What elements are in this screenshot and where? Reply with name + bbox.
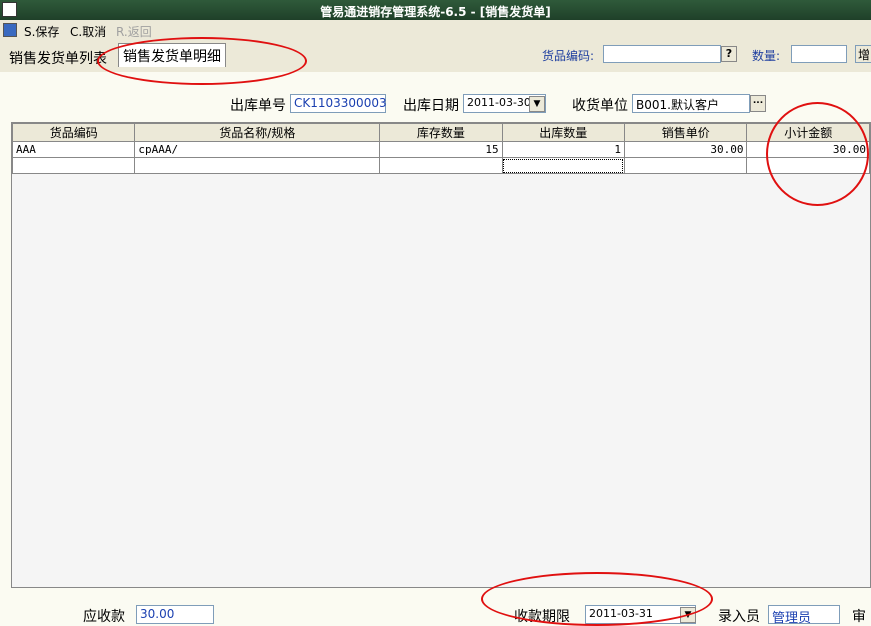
save-button[interactable]: S.保存 (24, 23, 59, 40)
col-header: 货品编码 (12, 123, 136, 142)
code-lookup-button[interactable]: ? (721, 46, 737, 62)
cancel-button[interactable]: C.取消 (70, 23, 106, 40)
tab-bar: 销售发货单列表 销售发货单明细 货品编码: ? 数量: 增 (0, 42, 871, 73)
customer-label: 收货单位 (572, 98, 628, 114)
cell-name[interactable] (134, 157, 381, 174)
col-header: 货品名称/规格 (134, 123, 381, 142)
receivable-field[interactable]: 30.00 (136, 605, 214, 624)
customer-field[interactable]: B001.默认客户 (632, 94, 750, 113)
due-date-value: 2011-03-31 (589, 607, 653, 620)
audit-label: 审 (852, 609, 866, 625)
order-no-label: 出库单号 (230, 98, 286, 114)
receivable-label: 应收款 (83, 609, 125, 625)
cell-price[interactable]: 30.00 (623, 141, 748, 158)
col-header: 销售单价 (623, 123, 748, 142)
back-button[interactable]: R.返回 (116, 23, 152, 40)
customer-lookup-button[interactable]: ... (750, 95, 766, 112)
title-bar: 管易通进销存管理系统-6.5 - [销售发货单] (0, 0, 871, 20)
date-value: 2011-03-30 (467, 96, 531, 109)
cell-stock[interactable] (379, 157, 503, 174)
toolbar: S.保存 C.取消 R.返回 (0, 20, 871, 43)
menu-icon[interactable] (3, 23, 17, 37)
col-header: 出库数量 (501, 123, 625, 142)
items-table: 货品编码 货品名称/规格 库存数量 出库数量 销售单价 小计金额 AAA cpA… (12, 123, 870, 174)
cell-subtotal[interactable] (746, 157, 870, 174)
cell-stock[interactable]: 15 (379, 141, 503, 158)
cell-price[interactable] (623, 157, 748, 174)
add-button[interactable]: 增 (855, 45, 871, 63)
table-row[interactable]: AAA cpAAA/ 15 1 30.00 30.00 (12, 141, 870, 158)
cell-code[interactable]: AAA (12, 141, 136, 158)
cell-out-qty[interactable]: 1 (501, 141, 625, 158)
cell-code[interactable] (12, 157, 136, 174)
tab-list[interactable]: 销售发货单列表 (5, 46, 111, 70)
window-title: 管易通进销存管理系统-6.5 - [销售发货单] (320, 5, 551, 19)
cell-out-qty[interactable] (501, 157, 625, 174)
items-grid: 货品编码 货品名称/规格 库存数量 出库数量 销售单价 小计金额 AAA cpA… (11, 122, 871, 588)
due-label: 收款期限 (514, 609, 570, 625)
table-header: 货品编码 货品名称/规格 库存数量 出库数量 销售单价 小计金额 (12, 123, 870, 142)
date-dropdown-icon[interactable]: ▼ (529, 96, 545, 112)
tab-detail[interactable]: 销售发货单明细 (118, 43, 226, 67)
qty-label: 数量: (752, 49, 781, 63)
date-label: 出库日期 (403, 98, 459, 114)
entered-by-field[interactable]: 管理员 (768, 605, 840, 626)
footer: 应收款 30.00 收款期限 2011-03-31 ▼ 录入员 管理员 审 (0, 600, 871, 626)
col-header: 小计金额 (746, 123, 870, 142)
qty-input[interactable] (791, 45, 847, 63)
due-date-dropdown-icon[interactable]: ▼ (680, 607, 696, 623)
order-no-field[interactable]: CK1103300003 (290, 94, 387, 113)
code-label: 货品编码: (542, 49, 595, 63)
cell-name[interactable]: cpAAA/ (134, 141, 381, 158)
code-input[interactable] (603, 45, 721, 63)
table-row[interactable] (12, 157, 870, 174)
entered-by-label: 录入员 (718, 609, 760, 625)
col-header: 库存数量 (379, 123, 503, 142)
cell-subtotal[interactable]: 30.00 (746, 141, 870, 158)
